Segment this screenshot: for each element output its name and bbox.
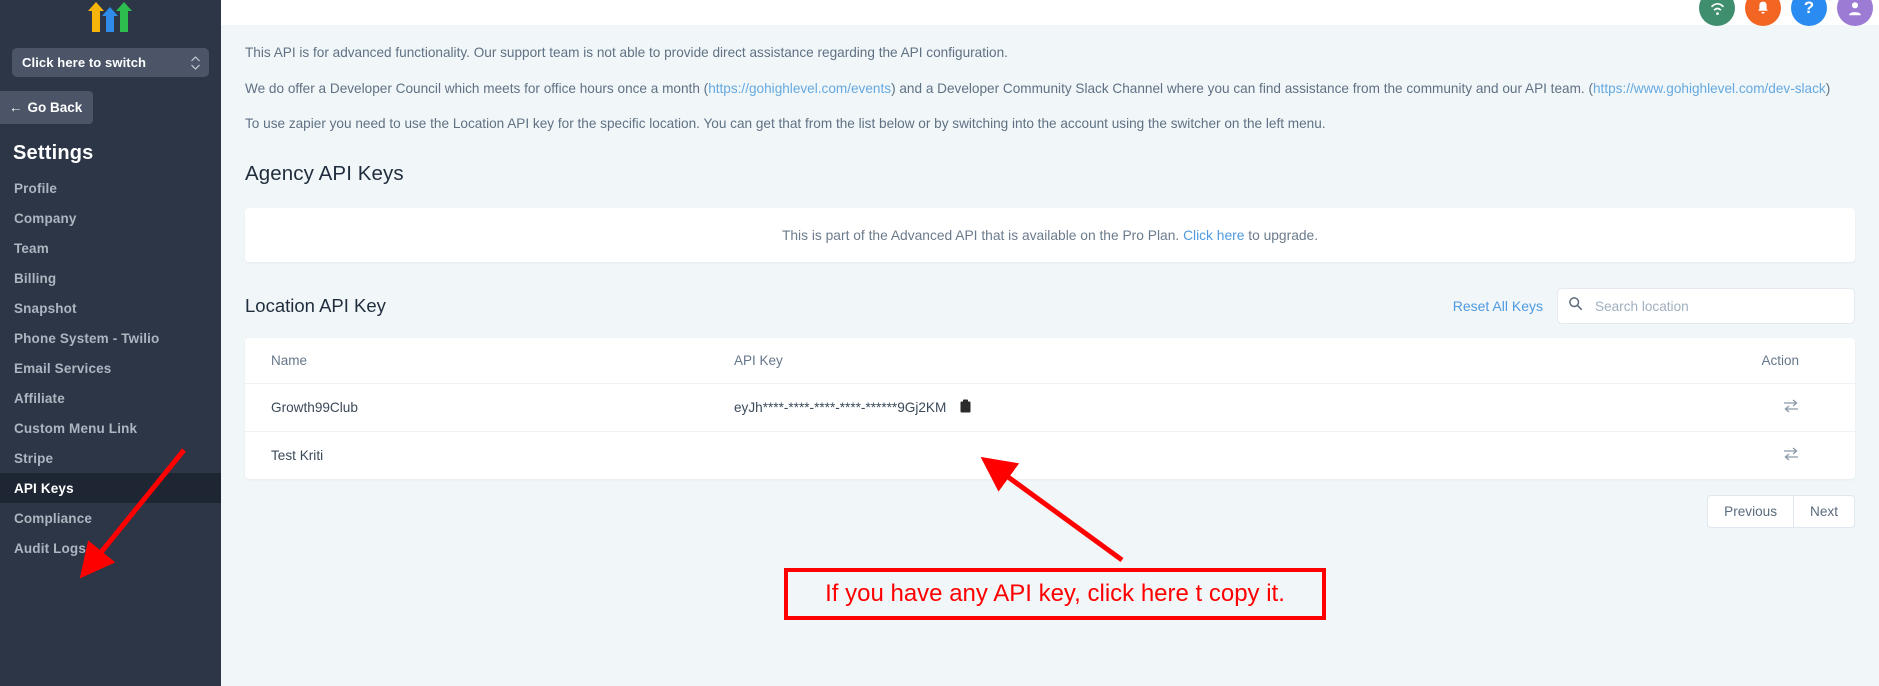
row-api-key-cell	[734, 432, 1761, 480]
sidebar: Click here to switch ← Go Back Settings …	[0, 0, 221, 686]
dev-slack-link[interactable]: https://www.gohighlevel.com/dev-slack	[1593, 81, 1826, 96]
sidebar-item-label: API Keys	[14, 480, 74, 496]
table-header-row: Name API Key Action	[245, 338, 1855, 385]
sidebar-item-affiliate[interactable]: Affiliate	[0, 383, 221, 413]
intro-paragraph-1: This API is for advanced functionality. …	[245, 45, 1008, 60]
location-api-keys-table-card: Name API Key Action Growth99Club eyJh***…	[245, 338, 1855, 480]
copy-icon[interactable]	[960, 399, 971, 416]
search-location-box[interactable]	[1557, 288, 1855, 325]
row-api-key-cell: eyJh****-****-****-****-******9Gj2KM	[733, 383, 1762, 433]
sidebar-item-phone-system-twilio[interactable]: Phone System - Twilio	[0, 323, 221, 353]
sidebar-item-custom-menu-link[interactable]: Custom Menu Link	[0, 413, 221, 443]
sidebar-item-label: Billing	[14, 270, 57, 286]
intro-paragraph-2: We do offer a Developer Council which me…	[245, 79, 1841, 99]
pro-plan-notice-text: This is part of the Advanced API that is…	[782, 228, 1318, 243]
agency-api-keys-title: Agency API Keys	[245, 162, 404, 186]
sidebar-item-label: Audit Logs	[14, 540, 86, 556]
sidebar-item-billing[interactable]: Billing	[0, 263, 221, 293]
swap-icon[interactable]	[1783, 399, 1799, 416]
sidebar-item-label: Company	[14, 210, 77, 226]
table-row: Test Kriti	[245, 432, 1855, 480]
search-icon	[1568, 296, 1583, 316]
sidebar-item-label: Stripe	[14, 450, 54, 466]
top-bar: ?	[221, 0, 1879, 26]
annotation-callout-box: If you have any API key, click here t co…	[784, 568, 1326, 620]
intro-block: This API is for advanced functionality. …	[221, 25, 1841, 134]
help-question-glyph: ?	[1803, 0, 1815, 17]
pagination-group: Previous Next	[1707, 495, 1855, 529]
sidebar-item-profile[interactable]: Profile	[0, 173, 221, 203]
go-back-button[interactable]: ← Go Back	[0, 91, 93, 124]
sidebar-heading: Settings	[13, 142, 94, 164]
pro-plan-notice-card: This is part of the Advanced API that is…	[245, 208, 1855, 263]
annotation-callout-text: If you have any API key, click here t co…	[825, 580, 1285, 607]
triple-arrow-logo-icon	[87, 2, 132, 32]
help-question-icon[interactable]: ?	[1791, 0, 1827, 26]
sidebar-item-company[interactable]: Company	[0, 203, 221, 233]
pro-notice-b: to upgrade.	[1244, 227, 1319, 243]
app-logo[interactable]	[0, 0, 221, 34]
previous-page-button[interactable]: Previous	[1707, 495, 1795, 529]
location-tools: Reset All Keys	[1453, 288, 1855, 325]
row-name: Growth99Club	[245, 383, 734, 433]
next-page-button[interactable]: Next	[1794, 495, 1855, 529]
sidebar-item-email-services[interactable]: Email Services	[0, 353, 221, 383]
sidebar-item-label: Phone System - Twilio	[14, 330, 160, 346]
arrow-left-icon: ←	[9, 100, 23, 115]
sidebar-item-stripe[interactable]: Stripe	[0, 443, 221, 473]
sidebar-item-audit-logs[interactable]: Audit Logs	[0, 533, 221, 563]
location-section-header: Location API Key Reset All Keys	[221, 262, 1879, 325]
sidebar-item-compliance[interactable]: Compliance	[0, 503, 221, 533]
sidebar-item-label: Snapshot	[14, 300, 77, 316]
location-api-key-title: Location API Key	[245, 295, 386, 317]
developer-events-link[interactable]: https://gohighlevel.com/events	[708, 81, 891, 96]
column-header-name: Name	[245, 338, 734, 385]
pagination: Previous Next	[221, 479, 1879, 529]
sidebar-item-label: Team	[14, 240, 49, 256]
sidebar-item-team[interactable]: Team	[0, 233, 221, 263]
content-body: This API is for advanced functionality. …	[221, 25, 1879, 529]
go-back-label: Go Back	[27, 100, 83, 115]
wifi-status-icon[interactable]	[1699, 0, 1735, 26]
intro-paragraph-3: To use zapier you need to use the Locati…	[245, 116, 1326, 132]
location-api-keys-table: Name API Key Action Growth99Club eyJh***…	[245, 338, 1855, 479]
row-api-key-value: eyJh****-****-****-****-******9Gj2KM	[733, 400, 947, 416]
table-head: Name API Key Action	[245, 338, 1855, 385]
sidebar-item-label: Compliance	[14, 510, 93, 526]
swap-icon[interactable]	[1783, 447, 1799, 464]
sidebar-item-api-keys[interactable]: API Keys	[0, 473, 221, 503]
table-row: Growth99Club eyJh****-****-****-****-***…	[245, 383, 1855, 433]
row-action-cell	[1761, 383, 1855, 433]
notifications-bell-icon[interactable]	[1745, 0, 1781, 26]
chevron-updown-icon	[191, 56, 200, 69]
intro-p2-b: ) and a Developer Community Slack Channe…	[891, 80, 1593, 96]
upgrade-click-here-link[interactable]: Click here	[1183, 228, 1244, 243]
row-action-cell	[1761, 432, 1855, 480]
sidebar-nav: Profile Company Team Billing Snapshot Ph…	[0, 173, 221, 563]
column-header-api-key: API Key	[733, 338, 1762, 385]
sidebar-item-label: Email Services	[14, 360, 112, 376]
intro-p2-c: )	[1825, 80, 1831, 96]
api-keys-page: Click here to switch ← Go Back Settings …	[0, 0, 1879, 686]
column-header-action: Action	[1761, 338, 1855, 385]
account-switcher[interactable]: Click here to switch	[12, 48, 209, 77]
table-body: Growth99Club eyJh****-****-****-****-***…	[245, 383, 1855, 480]
user-avatar[interactable]	[1837, 0, 1873, 26]
sidebar-item-label: Custom Menu Link	[14, 420, 138, 436]
row-name: Test Kriti	[271, 448, 324, 464]
sidebar-item-label: Profile	[14, 180, 58, 196]
reset-all-keys-button[interactable]: Reset All Keys	[1453, 298, 1543, 314]
pro-notice-a: This is part of the Advanced API that is…	[781, 227, 1184, 243]
sidebar-item-label: Affiliate	[14, 390, 65, 406]
account-switcher-label: Click here to switch	[22, 55, 147, 70]
intro-p2-a: We do offer a Developer Council which me…	[245, 80, 709, 96]
search-location-input[interactable]	[1593, 297, 1844, 315]
sidebar-item-snapshot[interactable]: Snapshot	[0, 293, 221, 323]
